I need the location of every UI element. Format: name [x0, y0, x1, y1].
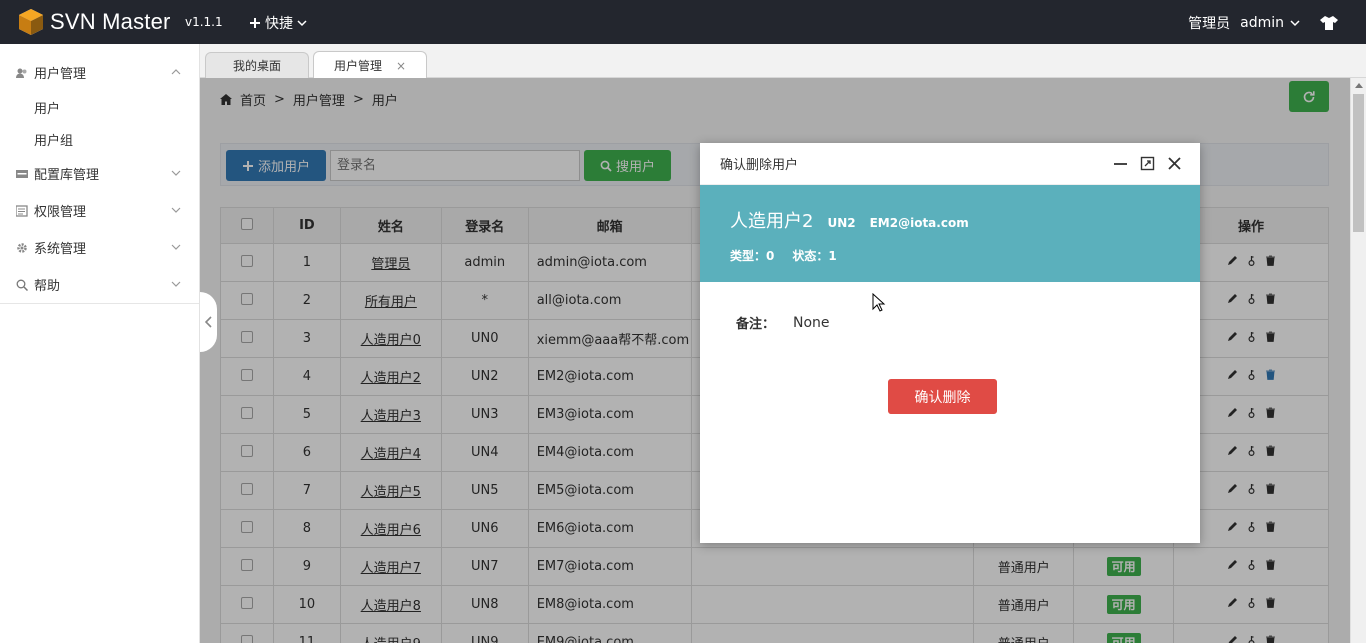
- close-icon[interactable]: [1167, 156, 1182, 171]
- dialog-note: 备注： None: [736, 313, 830, 333]
- scroll-up-arrow[interactable]: [1355, 83, 1363, 88]
- sidebar-collapse-toggle[interactable]: [200, 292, 217, 352]
- chevron-left-icon: [204, 316, 212, 328]
- app-title: SVN Master: [50, 9, 171, 34]
- confirm-delete-dialog: 确认删除用户 人造用户2 UN2 EM2@iota.com 类型：0 状态：1 …: [700, 143, 1200, 543]
- sidebar-group-label: 系统管理: [34, 242, 87, 257]
- sidebar-group-label: 配置库管理: [34, 168, 100, 183]
- quick-menu-label: 快捷: [265, 16, 293, 32]
- logo-cube-icon: [19, 9, 43, 35]
- sidebar-group-system-mgmt[interactable]: 系统管理: [0, 229, 199, 266]
- sidebar-group-user-mgmt[interactable]: 用户管理: [0, 54, 199, 91]
- minimize-icon[interactable]: [1113, 156, 1128, 171]
- sidebar: 用户管理 用户 用户组 配置库管理 权限管理 系统管理 帮助: [0, 44, 200, 643]
- chevron-down-icon: [171, 281, 181, 287]
- confirm-delete-button[interactable]: 确认删除: [888, 379, 997, 414]
- sidebar-divider: [0, 303, 199, 304]
- dialog-user-login: UN2: [827, 216, 856, 230]
- sidebar-item-user-groups[interactable]: 用户组: [0, 123, 199, 155]
- dialog-titlebar: 确认删除用户: [700, 143, 1200, 185]
- tab-bar: 我的桌面 用户管理 ×: [200, 44, 1366, 79]
- scrollbar[interactable]: [1350, 78, 1366, 643]
- tab-label: 我的桌面: [232, 59, 281, 73]
- sidebar-item-users[interactable]: 用户: [0, 91, 199, 123]
- tab-user-mgmt[interactable]: 用户管理 ×: [313, 51, 427, 79]
- dialog-title: 确认删除用户: [720, 158, 799, 173]
- tab-my-desktop[interactable]: 我的桌面: [205, 52, 309, 78]
- sidebar-group-label: 权限管理: [34, 205, 87, 220]
- scroll-thumb[interactable]: [1353, 94, 1364, 232]
- close-icon[interactable]: ×: [396, 59, 406, 73]
- permission-icon: [16, 204, 28, 217]
- dialog-user-summary: 人造用户2 UN2 EM2@iota.com 类型：0 状态：1: [700, 185, 1200, 282]
- chevron-down-icon: [171, 170, 181, 176]
- chevron-down-icon: [171, 244, 181, 250]
- sidebar-group-permission-mgmt[interactable]: 权限管理: [0, 192, 199, 229]
- chevron-down-icon: [171, 207, 181, 213]
- dialog-user-email: EM2@iota.com: [869, 216, 969, 230]
- sidebar-group-label: 帮助: [34, 279, 61, 294]
- note-label: 备注：: [736, 317, 776, 332]
- chevron-down-icon: [297, 20, 307, 27]
- app-logo[interactable]: SVN Master: [16, 7, 171, 37]
- sidebar-group-repo-mgmt[interactable]: 配置库管理: [0, 155, 199, 192]
- mouse-cursor-icon: [872, 293, 886, 312]
- repo-icon: [16, 169, 28, 178]
- user-menu[interactable]: admin: [1240, 15, 1284, 31]
- dialog-user-type: 类型：0: [730, 249, 775, 263]
- dialog-user-name: 人造用户2: [730, 211, 814, 232]
- app-version: v1.1.1: [185, 15, 223, 29]
- plus-icon: [250, 18, 260, 28]
- users-icon: [16, 68, 27, 78]
- note-value: None: [793, 314, 830, 331]
- gear-icon: [17, 242, 27, 253]
- maximize-icon[interactable]: [1140, 156, 1155, 171]
- top-bar: SVN Master v1.1.1 快捷 管理员 admin: [0, 0, 1366, 44]
- tab-label: 用户管理: [333, 59, 382, 73]
- dialog-user-status: 状态：1: [792, 249, 837, 263]
- chevron-up-icon: [171, 69, 181, 75]
- chevron-down-icon[interactable]: [1290, 18, 1300, 28]
- sidebar-group-help[interactable]: 帮助: [0, 266, 199, 303]
- quick-menu[interactable]: 快捷: [249, 13, 307, 33]
- sidebar-group-label: 用户管理: [34, 67, 87, 82]
- search-icon: [16, 279, 28, 291]
- user-role: 管理员: [1188, 16, 1231, 32]
- tshirt-icon[interactable]: [1320, 15, 1338, 31]
